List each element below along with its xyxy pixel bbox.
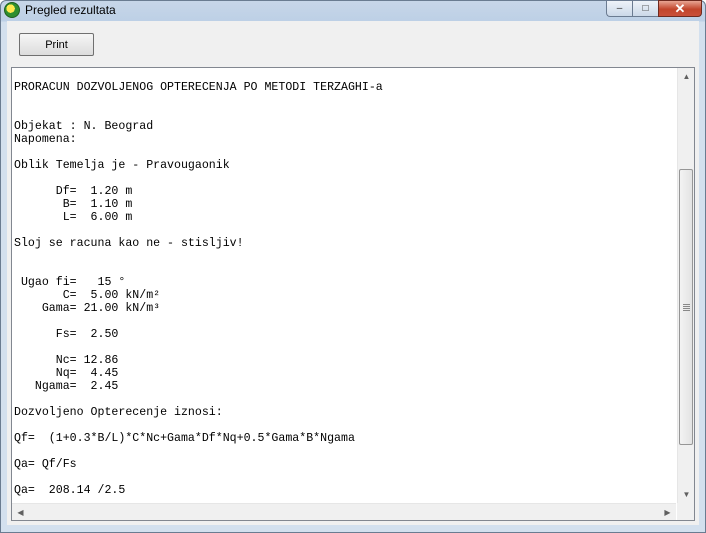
title-bar[interactable]: Pregled rezultata – □ ✕ bbox=[0, 0, 706, 21]
maximize-button[interactable]: □ bbox=[632, 0, 658, 17]
scroll-left-arrow-icon[interactable]: ◀ bbox=[12, 504, 29, 521]
scroll-right-arrow-icon[interactable]: ▶ bbox=[659, 504, 676, 521]
scroll-up-arrow-icon[interactable]: ▲ bbox=[678, 68, 695, 85]
report-line: Oblik Temelja je - Pravougaonik bbox=[14, 159, 230, 172]
app-icon bbox=[4, 2, 20, 18]
report-line: L= 6.00 m bbox=[14, 211, 133, 224]
report-line: Qa= Qf/Fs bbox=[14, 458, 77, 471]
report-line: Nc= 12.86 bbox=[14, 354, 119, 367]
report-content: PRORACUN DOZVOLJENOG OPTERECENJA PO METO… bbox=[12, 68, 676, 503]
window-title: Pregled rezultata bbox=[25, 3, 116, 17]
client-area: Print PRORACUN DOZVOLJENOG OPTERECENJA P… bbox=[7, 21, 699, 525]
report-line: Nq= 4.45 bbox=[14, 367, 119, 380]
report-line: Fs= 2.50 bbox=[14, 328, 119, 341]
report-line: Ugao fi= 15 ° bbox=[14, 276, 126, 289]
scroll-grip-icon bbox=[682, 303, 690, 311]
horizontal-scrollbar[interactable]: ◀ ▶ bbox=[12, 503, 676, 520]
vertical-scroll-thumb[interactable] bbox=[679, 169, 693, 445]
report-line: Sloj se racuna kao ne - stisljiv! bbox=[14, 237, 244, 250]
report-line: Ngama= 2.45 bbox=[14, 380, 119, 393]
report-line: Qa= 208.14 /2.5 bbox=[14, 484, 126, 497]
report-line: B= 1.10 m bbox=[14, 198, 133, 211]
report-heading: PRORACUN DOZVOLJENOG OPTERECENJA PO METO… bbox=[14, 81, 383, 94]
minimize-icon: – bbox=[616, 3, 623, 14]
caption-buttons: – □ ✕ bbox=[606, 0, 702, 17]
scroll-down-arrow-icon[interactable]: ▼ bbox=[678, 486, 695, 503]
report-line: Objekat : N. Beograd bbox=[14, 120, 154, 133]
report-line: Df= 1.20 m bbox=[14, 185, 133, 198]
vertical-scrollbar[interactable]: ▲ ▼ bbox=[677, 68, 694, 503]
scrollbar-corner bbox=[677, 503, 694, 520]
maximize-icon: □ bbox=[642, 3, 649, 14]
report-line: Qf= (1+0.3*B/L)*C*Nc+Gama*Df*Nq+0.5*Gama… bbox=[14, 432, 355, 445]
report-line: Napomena: bbox=[14, 133, 77, 146]
close-icon: ✕ bbox=[674, 0, 686, 16]
print-button[interactable]: Print bbox=[19, 33, 94, 56]
minimize-button[interactable]: – bbox=[606, 0, 632, 17]
report-line: Dozvoljeno Opterecenje iznosi: bbox=[14, 406, 223, 419]
close-button[interactable]: ✕ bbox=[658, 0, 702, 17]
report-line: C= 5.00 kN/m² bbox=[14, 289, 161, 302]
report-line: Gama= 21.00 kN/m³ bbox=[14, 302, 161, 315]
report-textbox[interactable]: PRORACUN DOZVOLJENOG OPTERECENJA PO METO… bbox=[11, 67, 695, 521]
